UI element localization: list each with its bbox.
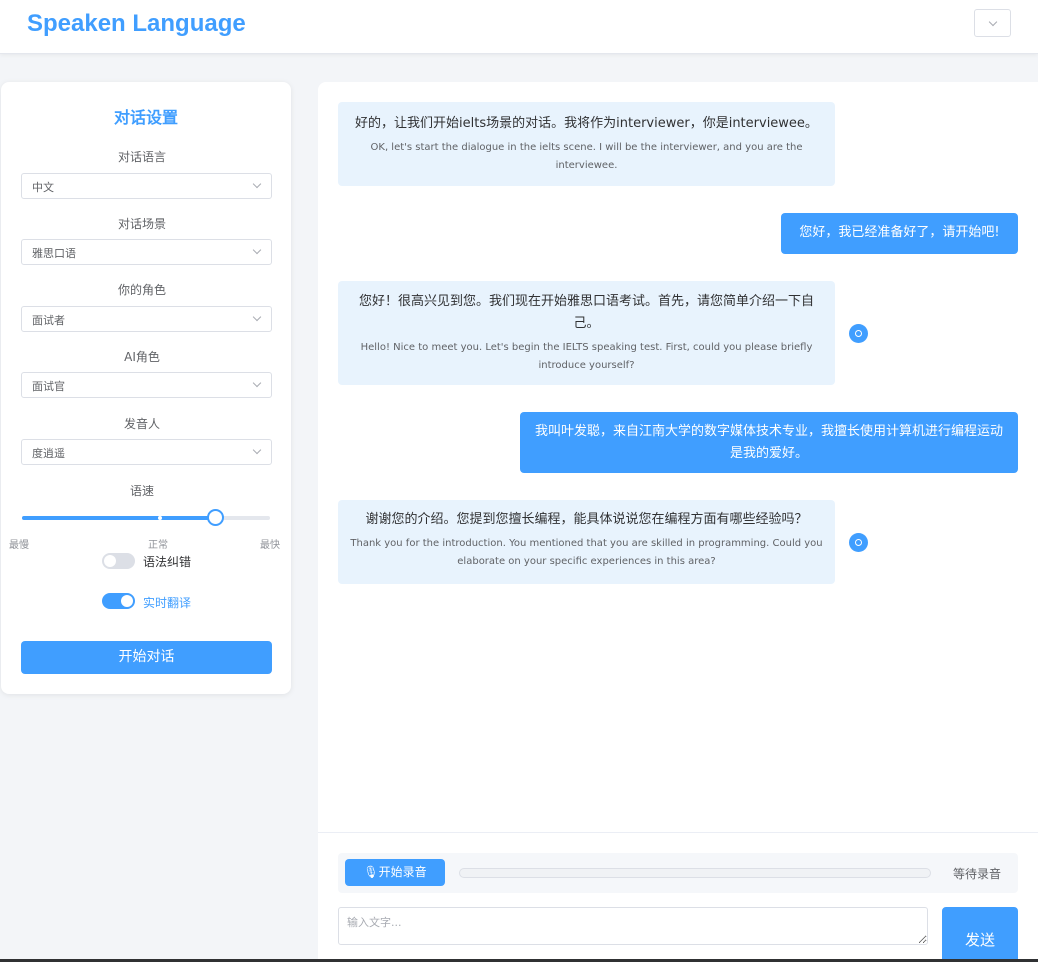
chevron-down-icon bbox=[252, 378, 262, 388]
chat-panel: 好的，让我们开始ielts场景的对话。我将作为interviewer，你是int… bbox=[318, 82, 1038, 962]
scene-value: 雅思口语 bbox=[32, 247, 76, 260]
user-message: 您好，我已经准备好了，请开始吧! bbox=[781, 213, 1018, 254]
chevron-down-icon bbox=[252, 179, 262, 189]
app-title: Speaken Language bbox=[27, 10, 246, 37]
translate-toggle-knob bbox=[121, 595, 133, 607]
ai-role-value: 面试官 bbox=[32, 380, 65, 393]
scene-select[interactable]: 雅思口语 bbox=[21, 239, 272, 265]
speed-slider-stop bbox=[158, 516, 162, 520]
ai-message: 好的，让我们开始ielts场景的对话。我将作为interviewer，你是int… bbox=[338, 102, 835, 186]
start-recording-button[interactable]: 🎙开始录音 bbox=[345, 859, 445, 886]
your-role-select[interactable]: 面试者 bbox=[21, 306, 272, 332]
ai-message: 谢谢您的介绍。您提到您擅长编程，能具体说说您在编程方面有哪些经验吗？ Thank… bbox=[338, 500, 835, 584]
message-input[interactable] bbox=[338, 907, 928, 945]
ai-role-select[interactable]: 面试官 bbox=[21, 372, 272, 398]
speed-slider[interactable] bbox=[22, 509, 270, 526]
chevron-down-icon bbox=[988, 17, 998, 27]
speed-mark-mid: 正常 bbox=[148, 540, 168, 551]
record-bar: 🎙开始录音 等待录音 bbox=[338, 853, 1018, 893]
translate-toggle[interactable] bbox=[102, 593, 135, 609]
your-role-value: 面试者 bbox=[32, 314, 65, 327]
ai-message-text: 您好！很高兴见到您。我们现在开始雅思口语考试。首先，请您简单介绍一下自己。 bbox=[358, 294, 814, 331]
speed-slider-fill bbox=[22, 516, 215, 520]
speed-label: 语速 bbox=[129, 484, 154, 498]
recording-progress bbox=[459, 868, 931, 878]
app-header: Speaken Language bbox=[0, 0, 1038, 54]
ai-role-label: AI角色 bbox=[124, 350, 160, 364]
chevron-down-icon bbox=[252, 312, 262, 322]
speaker-icon[interactable] bbox=[849, 533, 868, 552]
speed-slider-thumb[interactable] bbox=[207, 509, 224, 526]
scene-label: 对话场景 bbox=[117, 217, 166, 231]
settings-panel: 对话设置 对话语言 中文 对话场景 雅思口语 你的角色 面试者 AI角色 面试官… bbox=[1, 82, 291, 694]
grammar-toggle[interactable] bbox=[102, 553, 135, 569]
ai-message-text: 谢谢您的介绍。您提到您擅长编程，能具体说说您在编程方面有哪些经验吗？ bbox=[365, 512, 808, 527]
language-select[interactable]: 中文 bbox=[21, 173, 272, 199]
ai-message: 您好！很高兴见到您。我们现在开始雅思口语考试。首先，请您简单介绍一下自己。 He… bbox=[338, 281, 835, 385]
ai-message-text: 好的，让我们开始ielts场景的对话。我将作为interviewer，你是int… bbox=[355, 116, 818, 131]
language-value: 中文 bbox=[32, 181, 54, 194]
speed-mark-min: 最慢 bbox=[9, 540, 29, 551]
grammar-toggle-label: 语法纠错 bbox=[143, 555, 192, 569]
translate-toggle-label: 实时翻译 bbox=[143, 596, 192, 610]
chevron-down-icon bbox=[252, 445, 262, 455]
ai-message-translation: Hello! Nice to meet you. Let's begin the… bbox=[360, 342, 813, 371]
voice-value: 度逍遥 bbox=[32, 447, 65, 460]
ai-message-translation: Thank you for the introduction. You ment… bbox=[350, 538, 823, 567]
recording-status: 等待录音 bbox=[953, 867, 1002, 881]
chat-divider bbox=[318, 832, 1038, 833]
settings-title: 对话设置 bbox=[113, 108, 178, 127]
voice-label: 发音人 bbox=[123, 417, 160, 431]
your-role-label: 你的角色 bbox=[117, 283, 166, 297]
header-dropdown[interactable] bbox=[974, 9, 1011, 37]
ai-message-translation: OK, let's start the dialogue in the ielt… bbox=[370, 142, 803, 171]
chevron-down-icon bbox=[252, 245, 262, 255]
voice-select[interactable]: 度逍遥 bbox=[21, 439, 272, 465]
language-label: 对话语言 bbox=[117, 150, 166, 164]
user-message: 我叫叶发聪，来自江南大学的数字媒体技术专业，我擅长使用计算机进行编程运动是我的爱… bbox=[520, 412, 1018, 473]
send-button[interactable]: 发送 bbox=[942, 907, 1018, 962]
grammar-toggle-knob bbox=[104, 555, 116, 567]
speed-mark-max: 最快 bbox=[260, 540, 280, 551]
speaker-icon[interactable] bbox=[849, 324, 868, 343]
start-dialog-button[interactable]: 开始对话 bbox=[21, 641, 272, 674]
